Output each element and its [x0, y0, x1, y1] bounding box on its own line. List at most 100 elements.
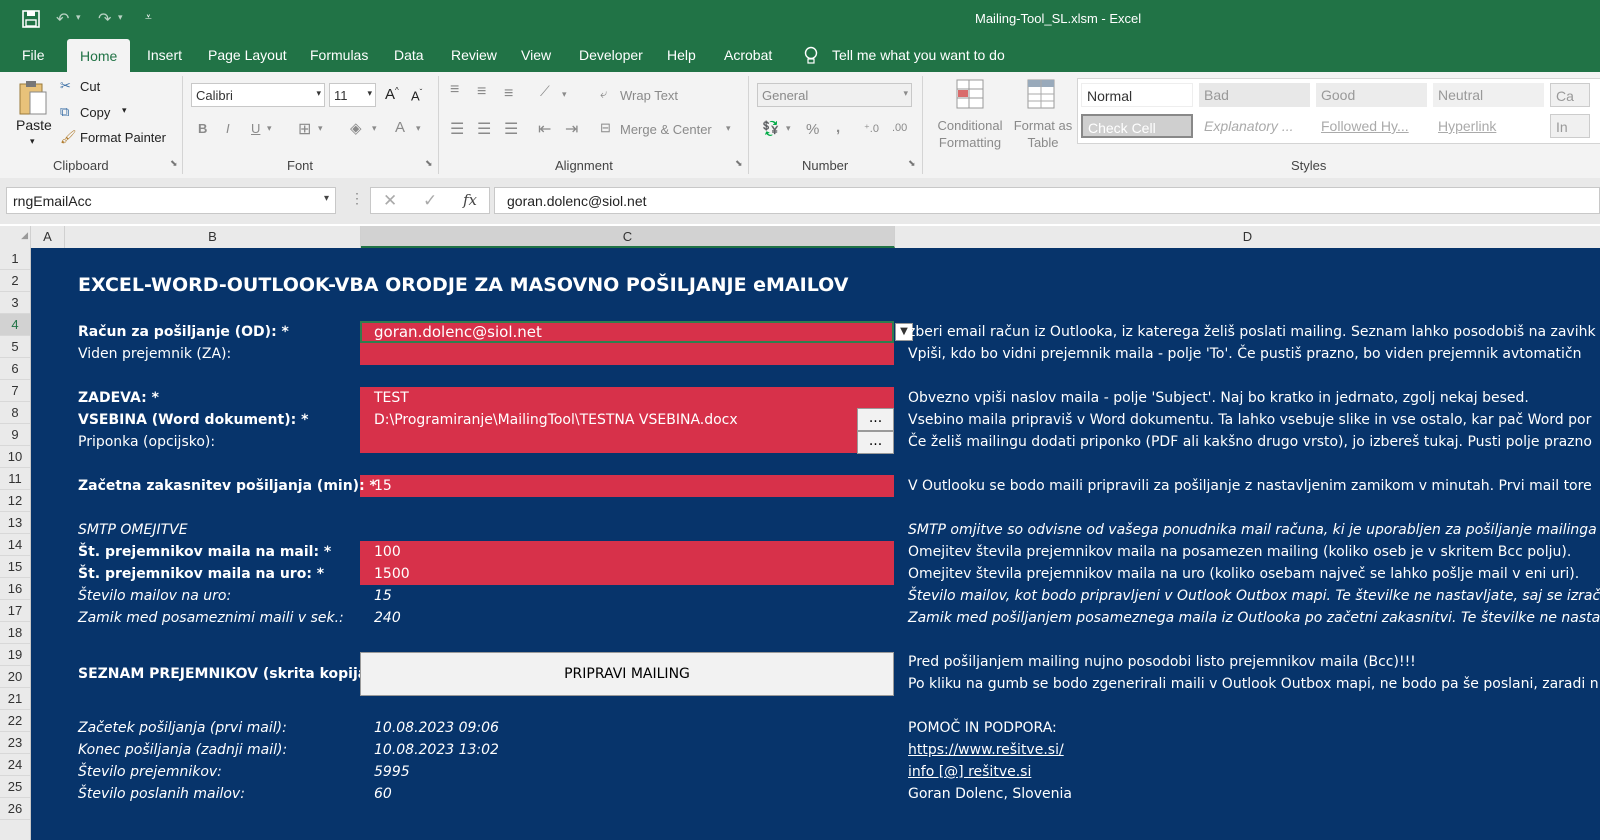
increase-indent-icon[interactable]: ⇥	[565, 119, 578, 139]
row-header[interactable]: 6	[0, 358, 30, 380]
style-calculation[interactable]: Ca	[1550, 83, 1590, 107]
font-name-dropdown[interactable]: Calibri ▾	[191, 83, 325, 107]
tab-review[interactable]: Review	[439, 38, 509, 72]
align-middle-icon[interactable]: ≡	[477, 83, 486, 101]
row-header[interactable]: 16	[0, 578, 30, 600]
save-icon[interactable]	[22, 10, 40, 28]
select-all-corner[interactable]: ◢	[0, 226, 31, 248]
font-size-dropdown[interactable]: 11 ▾	[329, 83, 376, 107]
row-header[interactable]: 21	[0, 688, 30, 710]
chevron-down-icon[interactable]: ▾	[416, 123, 421, 134]
chevron-down-icon[interactable]: ▾	[726, 123, 731, 134]
tab-view[interactable]: View	[509, 38, 563, 72]
row-header[interactable]: 13	[0, 512, 30, 534]
undo-icon[interactable]: ↶	[56, 9, 69, 29]
style-neutral[interactable]: Neutral	[1433, 83, 1544, 107]
content-path-value[interactable]: D:\Programiranje\MailingTool\TESTNA VSEB…	[374, 409, 738, 431]
row-header[interactable]: 8	[0, 402, 30, 424]
subject-value[interactable]: TEST	[374, 387, 409, 409]
row-header[interactable]: 18	[0, 622, 30, 644]
align-right-icon[interactable]: ☰	[504, 119, 518, 139]
recipients-per-hour-value[interactable]: 1500	[374, 563, 410, 585]
style-check-cell[interactable]: Check Cell	[1081, 114, 1193, 138]
row-header[interactable]: 12	[0, 490, 30, 512]
dialog-launcher-icon[interactable]: ⬊	[908, 158, 916, 169]
percent-button[interactable]: %	[806, 121, 819, 138]
style-normal[interactable]: Normal	[1081, 83, 1193, 107]
row-header[interactable]: 5	[0, 336, 30, 358]
row-header[interactable]: 17	[0, 600, 30, 622]
cut-button[interactable]: Cut	[80, 79, 100, 94]
style-good[interactable]: Good	[1316, 83, 1427, 107]
chevron-down-icon[interactable]: ▾	[562, 89, 567, 100]
chevron-down-icon[interactable]: ▾	[786, 123, 791, 134]
decrease-indent-icon[interactable]: ⇤	[538, 119, 551, 139]
dialog-launcher-icon[interactable]: ⬊	[735, 158, 743, 169]
style-hyperlink[interactable]: Hyperlink	[1433, 114, 1544, 138]
style-bad[interactable]: Bad	[1199, 83, 1310, 107]
chevron-down-icon[interactable]: ▾	[372, 123, 377, 134]
chevron-down-icon[interactable]: ▾	[118, 12, 123, 23]
tab-page-layout[interactable]: Page Layout	[196, 38, 299, 72]
tab-help[interactable]: Help	[655, 38, 708, 72]
style-explanatory[interactable]: Explanatory ...	[1199, 114, 1310, 138]
row-header[interactable]: 20	[0, 666, 30, 688]
enter-icon[interactable]: ✓	[423, 191, 437, 211]
column-header-b[interactable]: B	[65, 226, 361, 248]
row-header[interactable]: 10	[0, 446, 30, 468]
chevron-down-icon[interactable]: ▾	[76, 12, 81, 23]
format-table-icon[interactable]	[1026, 78, 1060, 112]
align-left-icon[interactable]: ☰	[450, 119, 464, 139]
italic-button[interactable]: I	[226, 121, 230, 136]
row-header[interactable]: 1	[0, 248, 30, 270]
style-followed-hyperlink[interactable]: Followed Hy...	[1316, 114, 1427, 138]
row-header[interactable]: 9	[0, 424, 30, 446]
paste-icon[interactable]	[16, 78, 50, 118]
orientation-icon[interactable]: ⟋	[540, 83, 550, 100]
row-header[interactable]: 3	[0, 292, 30, 314]
merge-center-button[interactable]: Merge & Center	[620, 122, 712, 137]
row-header[interactable]: 7	[0, 380, 30, 402]
browse-content-button[interactable]: ...	[857, 408, 894, 431]
wrap-text-button[interactable]: Wrap Text	[620, 88, 678, 103]
conditional-formatting-icon[interactable]	[955, 78, 987, 112]
increase-decimal-icon[interactable]: ⁺.0	[864, 122, 879, 135]
sender-account-value[interactable]: goran.dolenc@siol.net	[374, 321, 542, 343]
chevron-down-icon[interactable]: ▾	[267, 123, 272, 134]
borders-icon[interactable]: ⊞	[298, 119, 311, 139]
row-header[interactable]: 22	[0, 710, 30, 732]
formula-input[interactable]: goran.dolenc@siol.net	[494, 187, 1600, 214]
recipients-per-mail-value[interactable]: 100	[374, 541, 401, 563]
insert-function-icon[interactable]: fx	[463, 191, 477, 209]
decrease-font-icon[interactable]: Aˇ	[411, 88, 422, 103]
row-header[interactable]: 14	[0, 534, 30, 556]
chevron-down-icon[interactable]: ▾	[30, 136, 35, 147]
dialog-launcher-icon[interactable]: ⬊	[170, 158, 178, 169]
chevron-down-icon[interactable]: ▾	[122, 105, 127, 116]
align-top-icon[interactable]: ≡	[450, 81, 459, 99]
row-header[interactable]: 24	[0, 754, 30, 776]
increase-font-icon[interactable]: A^	[385, 86, 399, 103]
tab-data[interactable]: Data	[382, 38, 436, 72]
column-header-c[interactable]: C	[361, 226, 895, 248]
tell-me-search[interactable]: Tell me what you want to do	[820, 38, 1017, 72]
row-header[interactable]: 26	[0, 798, 30, 820]
column-header-a[interactable]: A	[31, 226, 65, 248]
prepare-mailing-button[interactable]: PRIPRAVI MAILING	[360, 652, 894, 696]
support-email-link[interactable]: info [@] rešitve.si	[908, 761, 1031, 783]
column-header-d[interactable]: D	[895, 226, 1600, 248]
fill-color-icon[interactable]: ◈	[350, 119, 362, 137]
row-header[interactable]: 19	[0, 644, 30, 666]
tab-home[interactable]: Home	[67, 39, 131, 72]
support-website-link[interactable]: https://www.rešitve.si/	[908, 739, 1064, 761]
dialog-launcher-icon[interactable]: ⬊	[425, 158, 433, 169]
redo-icon[interactable]: ↷	[98, 9, 111, 29]
align-center-icon[interactable]: ☰	[477, 119, 491, 139]
tab-file[interactable]: File	[10, 38, 57, 72]
align-bottom-icon[interactable]: ≡	[504, 85, 513, 103]
row-header[interactable]: 4	[0, 314, 30, 336]
name-box[interactable]: rngEmailAcc ▾	[6, 187, 336, 214]
font-color-icon[interactable]: A	[395, 119, 405, 136]
currency-icon[interactable]: 💱	[762, 120, 779, 137]
paste-button[interactable]: Paste	[16, 117, 52, 133]
